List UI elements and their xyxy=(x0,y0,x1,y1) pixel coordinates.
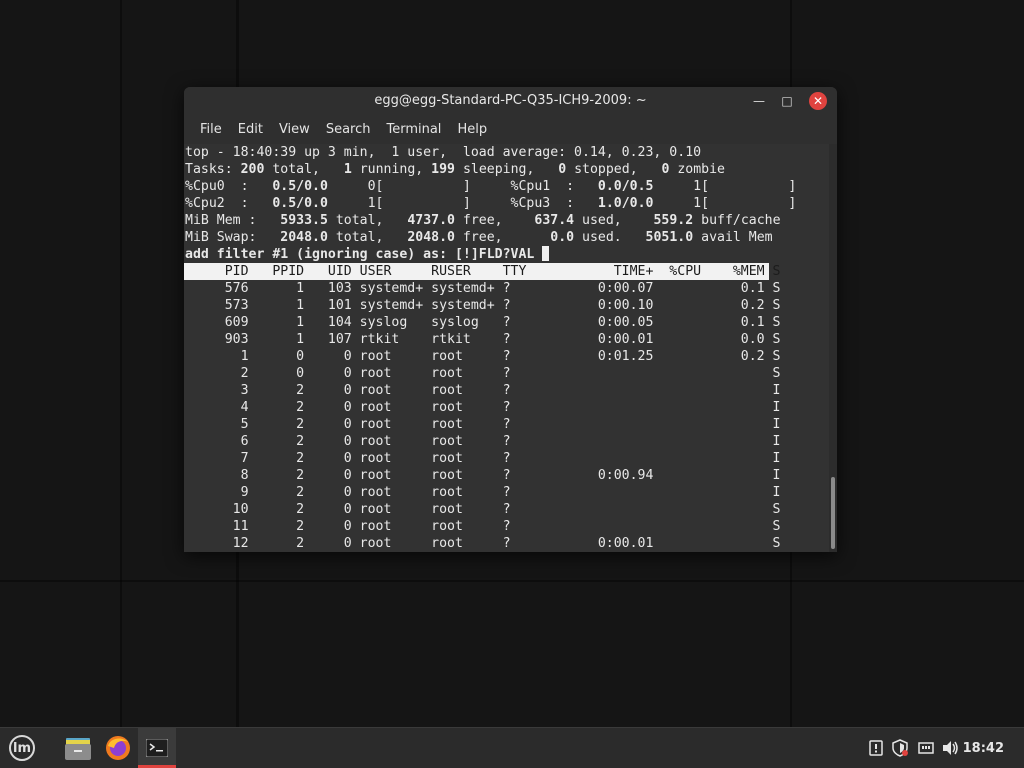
process-row: 5 2 0 root root ? I xyxy=(185,417,781,432)
summary-line: Tasks: 200 total, 1 running, 199 sleepin… xyxy=(185,162,725,177)
update-shield-icon[interactable] xyxy=(891,728,909,768)
firefox-launcher[interactable] xyxy=(100,728,136,768)
process-row: 3 2 0 root root ? I xyxy=(185,383,781,398)
files-launcher[interactable] xyxy=(60,728,96,768)
scrollbar-thumb[interactable] xyxy=(831,477,835,549)
filter-prompt: add filter #1 (ignoring case) as: [!]FLD… xyxy=(185,247,543,262)
maximize-button[interactable]: □ xyxy=(779,93,795,109)
process-row: 573 1 101 systemd+ systemd+ ? 0:00.10 0.… xyxy=(185,298,781,313)
process-row: 8 2 0 root root ? 0:00.94 I xyxy=(185,468,781,483)
window-titlebar[interactable]: egg@egg-Standard-PC-Q35-ICH9-2009: ~ — □… xyxy=(184,87,837,115)
summary-line: %Cpu2 : 0.5/0.0 1[ ] %Cpu3 : 1.0/0.0 1[ … xyxy=(185,196,797,211)
summary-line: %Cpu0 : 0.5/0.0 0[ ] %Cpu1 : 0.0/0.5 1[ … xyxy=(185,179,797,194)
text-cursor xyxy=(542,246,550,261)
process-row: 11 2 0 root root ? S xyxy=(185,519,781,534)
menu-bar: File Edit View Search Terminal Help xyxy=(184,115,837,143)
terminal-taskbar-button[interactable] xyxy=(138,728,176,768)
firefox-icon xyxy=(106,736,130,760)
terminal-output[interactable]: top - 18:40:39 up 3 min, 1 user, load av… xyxy=(184,144,829,552)
process-row: 7 2 0 root root ? I xyxy=(185,451,781,466)
summary-line: MiB Mem : 5933.5 total, 4737.0 free, 637… xyxy=(185,213,781,228)
menu-file[interactable]: File xyxy=(192,122,230,137)
start-menu-button[interactable]: lm xyxy=(4,728,40,768)
network-icon[interactable] xyxy=(918,728,934,768)
process-row: 609 1 104 syslog syslog ? 0:00.05 0.1 S xyxy=(185,315,781,330)
process-row: 10 2 0 root root ? S xyxy=(185,502,781,517)
menu-help[interactable]: Help xyxy=(449,122,495,137)
process-row: 6 2 0 root root ? I xyxy=(185,434,781,449)
volume-icon[interactable] xyxy=(942,728,960,768)
close-button[interactable]: ✕ xyxy=(809,92,827,110)
menu-terminal[interactable]: Terminal xyxy=(378,122,449,137)
process-row: 903 1 107 rtkit rtkit ? 0:00.01 0.0 S xyxy=(185,332,781,347)
process-row: 12 2 0 root root ? 0:00.01 S xyxy=(185,536,781,551)
menu-search[interactable]: Search xyxy=(318,122,379,137)
terminal-icon xyxy=(146,739,168,757)
window-title: egg@egg-Standard-PC-Q35-ICH9-2009: ~ xyxy=(374,93,647,108)
clock[interactable]: 18:42 xyxy=(963,728,1004,768)
process-row: 1 0 0 root root ? 0:01.25 0.2 S xyxy=(185,349,781,364)
summary-line: MiB Swap: 2048.0 total, 2048.0 free, 0.0… xyxy=(185,230,773,245)
terminal-scrollbar[interactable] xyxy=(829,144,837,552)
summary-line: top - 18:40:39 up 3 min, 1 user, load av… xyxy=(185,145,702,160)
menu-edit[interactable]: Edit xyxy=(230,122,271,137)
process-row: 9 2 0 root root ? I xyxy=(185,485,781,500)
process-row: 576 1 103 systemd+ systemd+ ? 0:00.07 0.… xyxy=(185,281,781,296)
minimize-button[interactable]: — xyxy=(751,93,767,109)
terminal-window: egg@egg-Standard-PC-Q35-ICH9-2009: ~ — □… xyxy=(184,87,837,552)
folder-icon xyxy=(65,738,91,760)
process-row: 2 0 0 root root ? S xyxy=(185,366,781,381)
filter-prompt-line: add filter #1 (ignoring case) as: [!]FLD… xyxy=(184,246,829,263)
menu-view[interactable]: View xyxy=(271,122,318,137)
process-table-header: PID PPID UID USER RUSER TTY TIME+ %CPU %… xyxy=(184,263,781,280)
linux-mint-logo-icon: lm xyxy=(9,735,35,761)
taskbar: lm 18:42 xyxy=(0,727,1024,768)
process-row: 4 2 0 root root ? I xyxy=(185,400,781,415)
notifications-icon[interactable] xyxy=(868,728,884,768)
process-table: 576 1 103 systemd+ systemd+ ? 0:00.07 0.… xyxy=(184,280,829,552)
